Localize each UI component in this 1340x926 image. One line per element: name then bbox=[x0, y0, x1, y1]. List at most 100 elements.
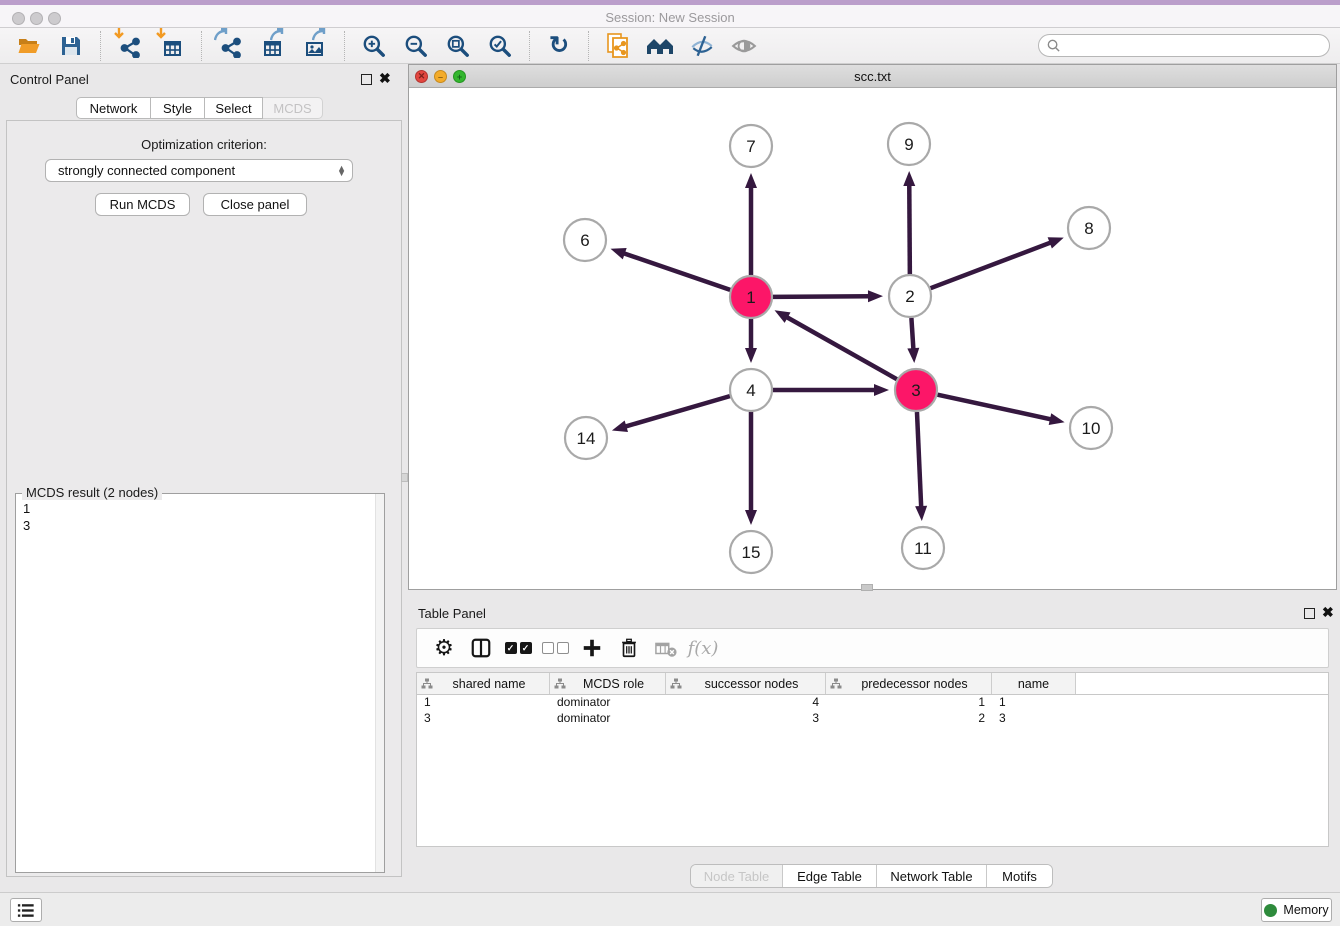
graph-edge-2-8[interactable] bbox=[931, 237, 1064, 288]
graph-node-15[interactable]: 15 bbox=[730, 531, 772, 573]
graph-node-11[interactable]: 11 bbox=[902, 527, 944, 569]
result-scrollbar[interactable] bbox=[375, 494, 384, 872]
table-cell[interactable]: 1 bbox=[417, 695, 550, 711]
graph-node-10[interactable]: 10 bbox=[1070, 407, 1112, 449]
task-history-button[interactable] bbox=[10, 898, 42, 922]
graph-node-6[interactable]: 6 bbox=[564, 219, 606, 261]
table-body: 1dominator4113dominator323 bbox=[417, 695, 1328, 727]
divider-grip[interactable] bbox=[861, 584, 873, 591]
column-header-shared-name[interactable]: shared name bbox=[417, 673, 550, 694]
graph-edge-1-6[interactable] bbox=[611, 248, 731, 290]
main-toolbar: ↻ bbox=[0, 28, 1340, 64]
graph-node-14[interactable]: 14 bbox=[565, 417, 607, 459]
graph-node-2[interactable]: 2 bbox=[889, 275, 931, 317]
table-cell[interactable]: 2 bbox=[826, 711, 992, 727]
graph-node-8[interactable]: 8 bbox=[1068, 207, 1110, 249]
table-cell[interactable]: 4 bbox=[666, 695, 826, 711]
export-network-icon[interactable] bbox=[216, 31, 246, 61]
open-file-icon[interactable] bbox=[14, 31, 44, 61]
hide-graphics-details-icon[interactable] bbox=[687, 31, 717, 61]
optimization-criterion-select[interactable]: strongly connected component ▲▼ bbox=[45, 159, 353, 182]
table-row[interactable]: 3dominator323 bbox=[417, 711, 1328, 727]
import-table-icon[interactable] bbox=[157, 31, 187, 61]
table-cell[interactable]: dominator bbox=[550, 695, 666, 711]
graph-edge-1-2[interactable] bbox=[773, 290, 883, 302]
table-cell[interactable]: dominator bbox=[550, 711, 666, 727]
close-panel-icon[interactable]: ✖ bbox=[1322, 605, 1334, 619]
tab-network-table[interactable]: Network Table bbox=[877, 865, 987, 887]
close-panel-icon[interactable]: ✖ bbox=[379, 71, 391, 85]
tab-node-table[interactable]: Node Table bbox=[691, 865, 783, 887]
graph-node-3[interactable]: 3 bbox=[895, 369, 937, 411]
graph-edge-1-4[interactable] bbox=[745, 319, 757, 363]
search-input[interactable] bbox=[1038, 34, 1330, 57]
home-icon[interactable] bbox=[645, 31, 675, 61]
table-row[interactable]: 1dominator411 bbox=[417, 695, 1328, 711]
graph-edge-1-7[interactable] bbox=[745, 173, 757, 275]
export-image-icon[interactable] bbox=[300, 31, 330, 61]
close-panel-button[interactable]: Close panel bbox=[203, 193, 307, 216]
export-table-icon[interactable] bbox=[258, 31, 288, 61]
mcds-result-item: 3 bbox=[23, 517, 374, 534]
column-header-successor-nodes[interactable]: successor nodes bbox=[666, 673, 826, 694]
table-cell[interactable]: 3 bbox=[992, 711, 1076, 727]
table-options-icon[interactable]: ⚙ bbox=[429, 633, 459, 663]
graph-edge-4-15[interactable] bbox=[745, 412, 757, 525]
eye-icon bbox=[731, 33, 757, 59]
float-panel-icon[interactable] bbox=[361, 74, 372, 85]
tab-select[interactable]: Select bbox=[205, 97, 263, 119]
graph-edge-4-3[interactable] bbox=[773, 384, 889, 396]
network-from-file-icon[interactable] bbox=[603, 31, 633, 61]
network-window-titlebar[interactable]: ✕ – + scc.txt bbox=[409, 65, 1336, 88]
table-cell[interactable]: 3 bbox=[417, 711, 550, 727]
tab-network[interactable]: Network bbox=[76, 97, 151, 119]
memory-button[interactable]: Memory bbox=[1261, 898, 1332, 922]
float-panel-icon[interactable] bbox=[1304, 608, 1315, 619]
tab-motifs[interactable]: Motifs bbox=[987, 865, 1052, 887]
delete-column-icon[interactable] bbox=[614, 633, 644, 663]
graph-edge-2-9[interactable] bbox=[903, 171, 915, 274]
column-header-predecessor-nodes[interactable]: predecessor nodes bbox=[826, 673, 992, 694]
mcds-result-list[interactable]: 1 3 bbox=[16, 496, 374, 872]
graph-edge-3-10[interactable] bbox=[937, 395, 1064, 425]
table-cell[interactable]: 1 bbox=[826, 695, 992, 711]
table-cell[interactable]: 3 bbox=[666, 711, 826, 727]
graph-node-1[interactable]: 1 bbox=[730, 276, 772, 318]
export-arrow-icon bbox=[270, 28, 284, 41]
zoom-out-icon[interactable] bbox=[401, 31, 431, 61]
splitter-handle[interactable] bbox=[401, 473, 408, 482]
graph-edge-2-3[interactable] bbox=[907, 318, 919, 363]
refresh-icon[interactable]: ↻ bbox=[544, 31, 574, 61]
select-all-columns-icon[interactable]: ✓✓ bbox=[503, 633, 533, 663]
import-network-icon[interactable] bbox=[115, 31, 145, 61]
save-session-icon[interactable] bbox=[56, 31, 86, 61]
tab-style[interactable]: Style bbox=[151, 97, 205, 119]
graph-node-4[interactable]: 4 bbox=[730, 369, 772, 411]
column-header-label: MCDS role bbox=[566, 677, 661, 691]
graph-edge-3-1[interactable] bbox=[775, 310, 897, 379]
column-header-label: name bbox=[996, 677, 1071, 691]
graph-node-label: 8 bbox=[1084, 219, 1093, 238]
column-header-name[interactable]: name bbox=[992, 673, 1076, 694]
column-header-label: shared name bbox=[433, 677, 545, 691]
zoom-selected-icon[interactable] bbox=[485, 31, 515, 61]
toolbar-separator bbox=[100, 31, 101, 61]
graph-node-9[interactable]: 9 bbox=[888, 123, 930, 165]
network-graph[interactable]: 7 9 6 8 1 2 4 3 14 10 15 11 bbox=[409, 88, 1336, 589]
graph-node-7[interactable]: 7 bbox=[730, 125, 772, 167]
graph-edge-4-14[interactable] bbox=[612, 396, 730, 432]
document-network-icon bbox=[605, 32, 631, 60]
graph-edge-3-11[interactable] bbox=[915, 412, 927, 521]
folder-icon bbox=[16, 34, 42, 58]
network-canvas[interactable]: 7 9 6 8 1 2 4 3 14 10 15 11 bbox=[409, 88, 1336, 589]
tab-edge-table[interactable]: Edge Table bbox=[783, 865, 877, 887]
add-column-icon[interactable] bbox=[577, 633, 607, 663]
show-column-panel-icon[interactable] bbox=[466, 633, 496, 663]
zoom-fit-icon[interactable] bbox=[443, 31, 473, 61]
tab-mcds[interactable]: MCDS bbox=[263, 97, 323, 119]
deselect-all-columns-icon[interactable] bbox=[540, 633, 570, 663]
zoom-in-icon[interactable] bbox=[359, 31, 389, 61]
column-header-MCDS-role[interactable]: MCDS role bbox=[550, 673, 666, 694]
run-mcds-button[interactable]: Run MCDS bbox=[95, 193, 190, 216]
table-cell[interactable]: 1 bbox=[992, 695, 1076, 711]
